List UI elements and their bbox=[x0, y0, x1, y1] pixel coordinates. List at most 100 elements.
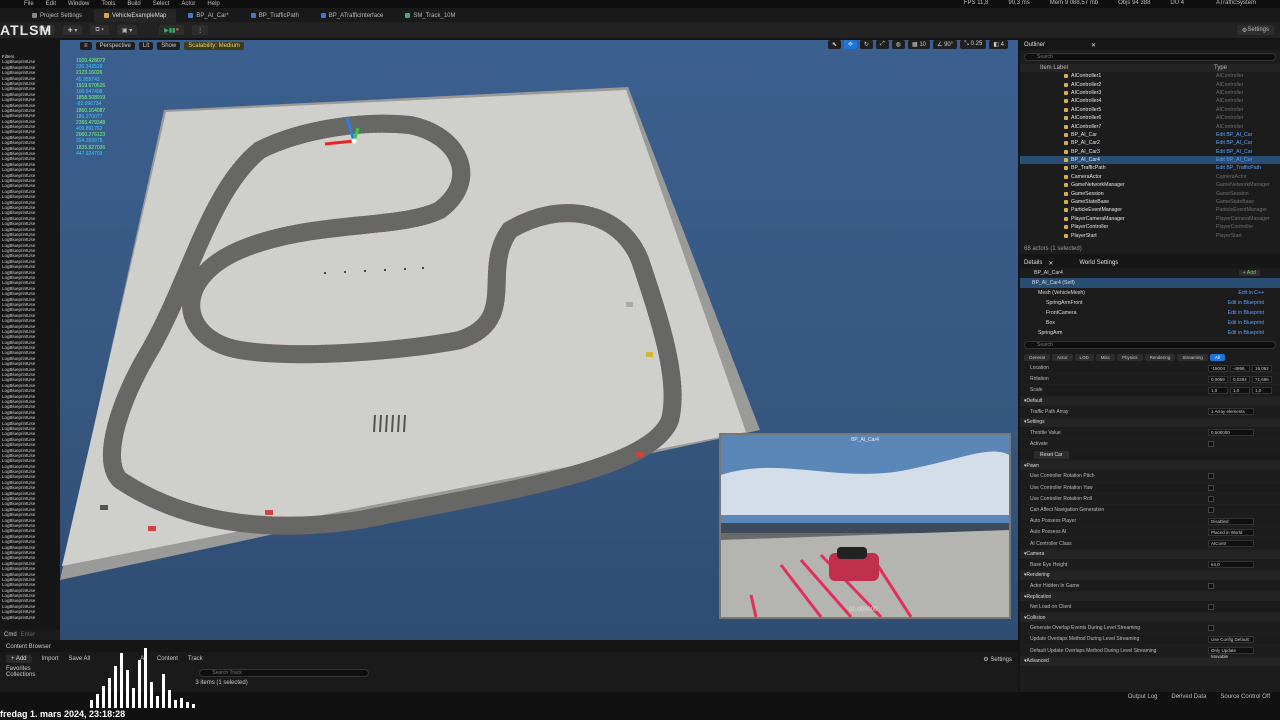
outliner-row[interactable]: AIController6 AIController bbox=[1020, 114, 1280, 122]
tab-world-settings[interactable]: World Settings bbox=[1079, 260, 1118, 266]
transform-label[interactable]: Scale bbox=[1030, 387, 1043, 393]
menu-select[interactable]: Select bbox=[153, 1, 170, 7]
transform-value[interactable]: 1,0 bbox=[1252, 386, 1272, 394]
transform-value[interactable]: -15004 bbox=[1208, 364, 1228, 372]
category-header[interactable]: ▾ Rendering bbox=[1020, 570, 1280, 581]
filter-tab-actor[interactable]: Actor bbox=[1052, 354, 1073, 361]
rotate-tool-icon[interactable]: ↻ bbox=[859, 40, 873, 49]
category-header[interactable]: ▾ Settings bbox=[1020, 417, 1280, 428]
derived-data-button[interactable]: Derived Data bbox=[1171, 694, 1206, 700]
add-actor-button[interactable]: ✚ ▾ bbox=[62, 25, 83, 35]
tab-project-settings[interactable]: Project Settings bbox=[22, 9, 92, 22]
property-checkbox[interactable] bbox=[1208, 506, 1214, 513]
lit-button[interactable]: Lit bbox=[138, 42, 154, 50]
menu-build[interactable]: Build bbox=[127, 1, 140, 7]
property-checkbox[interactable] bbox=[1208, 484, 1214, 491]
menu-edit[interactable]: Edit bbox=[46, 1, 56, 7]
outliner-row[interactable]: PlayerCameraManager PlayerCameraManager bbox=[1020, 215, 1280, 223]
cb-search[interactable]: Search Track bbox=[199, 669, 370, 677]
collections-item[interactable]: Collections bbox=[6, 672, 35, 678]
camera-speed-button[interactable]: ◧ 4 bbox=[989, 40, 1008, 49]
outliner-row[interactable]: GameNetworkManager GameNetworkManager bbox=[1020, 181, 1280, 189]
component-row[interactable]: SpringArm Edit in Blueprint bbox=[1020, 328, 1280, 338]
source-control-button[interactable]: Source Control Off bbox=[1220, 694, 1270, 700]
outliner-row[interactable]: BP_AI_Car3 Edit BP_AI_Car bbox=[1020, 148, 1280, 156]
menu-window[interactable]: Window bbox=[68, 1, 89, 7]
property-value[interactable]: Disabled bbox=[1208, 517, 1254, 525]
outliner-row-type[interactable]: Edit BP_AI_Car bbox=[1216, 132, 1252, 138]
component-row[interactable]: SpringArmFront Edit in Blueprint bbox=[1020, 298, 1280, 308]
menu-actor[interactable]: Actor bbox=[181, 1, 195, 7]
filter-tab-misc[interactable]: Misc bbox=[1095, 354, 1116, 361]
outliner-row[interactable]: BP_AI_Car4 Edit BP_AI_Car bbox=[1020, 155, 1280, 165]
property-checkbox[interactable] bbox=[1208, 441, 1214, 448]
outliner-row-type[interactable]: Edit BP_AI_Car bbox=[1216, 140, 1252, 146]
property-value[interactable]: AIContr bbox=[1208, 540, 1254, 548]
col-item-label[interactable]: Item Label bbox=[1040, 65, 1068, 71]
property-checkbox[interactable] bbox=[1208, 473, 1214, 480]
outliner-row[interactable]: AIController3 AIController bbox=[1020, 89, 1280, 97]
menu-help[interactable]: Help bbox=[207, 1, 219, 7]
close-icon[interactable]: ✕ bbox=[1048, 260, 1053, 267]
property-checkbox[interactable] bbox=[1208, 495, 1214, 502]
col-type[interactable]: Type bbox=[1214, 65, 1227, 71]
outliner-row[interactable]: BP_TrafficPath Edit BP_TrafficPath bbox=[1020, 164, 1280, 172]
cb-import-button[interactable]: Import bbox=[42, 656, 59, 662]
property-value[interactable]: 0,500000 bbox=[1208, 429, 1254, 437]
outliner-row[interactable]: AIController1 AIController bbox=[1020, 72, 1280, 80]
property-value[interactable]: Use Config Default bbox=[1208, 635, 1254, 643]
category-header[interactable]: ▾ Collision bbox=[1020, 613, 1280, 624]
blueprint-button[interactable]: ⧉ ▾ bbox=[90, 25, 109, 35]
reset-car-button[interactable]: Reset Car bbox=[1034, 451, 1069, 460]
self-component[interactable]: BP_AI_Car4 (Self) bbox=[1020, 278, 1280, 288]
details-search[interactable]: Search bbox=[1024, 341, 1276, 349]
component-edit-link[interactable]: Edit in C++ bbox=[1238, 290, 1264, 296]
actor-name-field[interactable]: BP_AI_Car4 bbox=[1034, 270, 1063, 276]
category-header[interactable]: ▾ Default bbox=[1020, 396, 1280, 407]
transform-value[interactable]: 0,0059 bbox=[1208, 375, 1228, 383]
play-button[interactable]: ▶▮▮ ● bbox=[159, 25, 185, 35]
scale-tool-icon[interactable]: ⤢ bbox=[875, 40, 889, 49]
close-icon[interactable]: ✕ bbox=[1091, 42, 1096, 49]
menu-tools[interactable]: Tools bbox=[101, 1, 115, 7]
outliner-row[interactable]: GameSession GameSession bbox=[1020, 189, 1280, 197]
outliner-row[interactable]: PlayerStart PlayerStart bbox=[1020, 231, 1280, 239]
component-edit-link[interactable]: Edit in Blueprint bbox=[1228, 300, 1264, 306]
category-header[interactable]: ▾ Camera bbox=[1020, 549, 1280, 560]
component-edit-link[interactable]: Edit in Blueprint bbox=[1228, 330, 1264, 336]
category-header[interactable]: ▾ Replication bbox=[1020, 592, 1280, 602]
outliner-search[interactable]: Search bbox=[1024, 53, 1276, 61]
filter-tab-all[interactable]: All bbox=[1209, 354, 1225, 361]
component-row[interactable]: Mesh (VehicleMesh) Edit in C++ bbox=[1020, 288, 1280, 298]
property-checkbox[interactable] bbox=[1208, 625, 1214, 632]
cmd-label[interactable]: Cmd bbox=[4, 632, 17, 638]
outliner-row[interactable]: GameStateBase GameStateBase bbox=[1020, 198, 1280, 206]
transform-value[interactable]: 16,052 bbox=[1252, 364, 1272, 372]
property-checkbox[interactable] bbox=[1208, 604, 1214, 611]
component-row[interactable]: Box Edit in Blueprint bbox=[1020, 318, 1280, 328]
transform-label[interactable]: Location bbox=[1030, 365, 1049, 371]
outliner-row[interactable]: BP_AI_Car Edit BP_AI_Car bbox=[1020, 131, 1280, 139]
category-header[interactable]: ▾ Pawn bbox=[1020, 461, 1280, 472]
outliner-row[interactable]: AIController5 AIController bbox=[1020, 106, 1280, 114]
world-space-icon[interactable]: ◍ bbox=[891, 40, 905, 49]
property-checkbox[interactable] bbox=[1208, 582, 1214, 589]
cb-settings-button[interactable]: ⚙ Settings bbox=[983, 656, 1012, 663]
transform-value[interactable]: 1,0 bbox=[1230, 386, 1250, 394]
outliner-row[interactable]: AIController2 AIController bbox=[1020, 80, 1280, 88]
outliner-row-type[interactable]: Edit BP_TrafficPath bbox=[1216, 165, 1261, 171]
select-tool-icon[interactable]: ⬉ bbox=[827, 40, 841, 49]
tab-details[interactable]: Details bbox=[1024, 260, 1042, 266]
angle-snap-button[interactable]: ∠ 90° bbox=[933, 40, 958, 49]
filter-tab-streaming[interactable]: Streaming bbox=[1177, 354, 1208, 361]
transform-value[interactable]: 0,0294 bbox=[1230, 375, 1250, 383]
grid-snap-button[interactable]: ▦ 10 bbox=[908, 40, 931, 49]
move-tool-icon[interactable]: ✥ bbox=[843, 40, 857, 49]
cmd-input[interactable]: Enter bbox=[21, 632, 35, 638]
transform-value[interactable]: 71,696 bbox=[1252, 375, 1272, 383]
outliner-row-type[interactable]: Edit BP_AI_Car bbox=[1216, 157, 1252, 163]
property-value[interactable]: Only Update Movable bbox=[1208, 647, 1254, 659]
tab-vehicle-example-map[interactable]: VehicleExampleMap bbox=[94, 9, 177, 22]
outliner-row[interactable]: PlayerController PlayerController bbox=[1020, 223, 1280, 231]
filter-tab-physics[interactable]: Physics bbox=[1117, 354, 1143, 361]
